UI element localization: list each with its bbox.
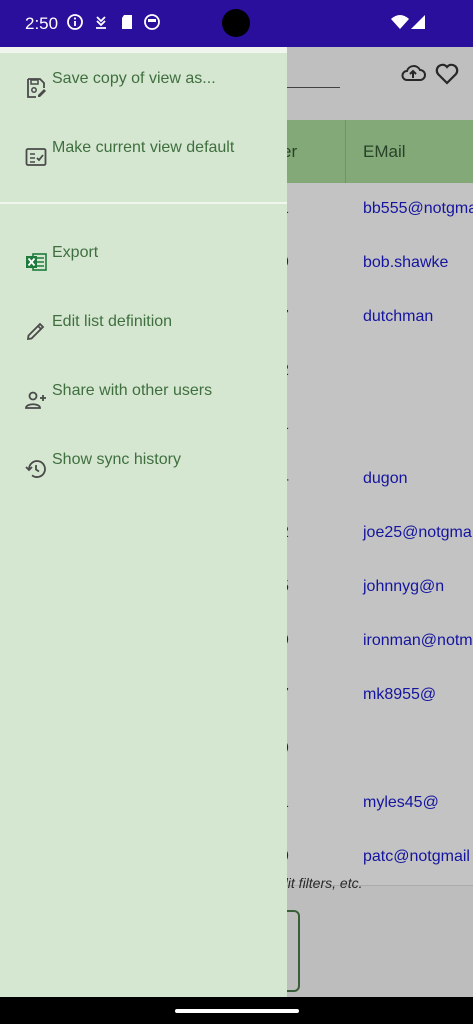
menu-item-make-default[interactable]: Make current view default [0,139,287,189]
navigation-drawer: Save copy of view as... Make current vie… [0,47,287,997]
menu-item-export[interactable]: Export [0,244,287,294]
history-icon [24,457,48,481]
signal-icon [409,13,427,31]
drawer-top-edge [0,47,287,53]
drawer-divider [0,202,287,204]
sd-card-icon [118,13,136,31]
default-view-icon [24,145,48,169]
menu-label: Save copy of view as... [52,70,216,87]
system-nav-bar [0,997,473,1024]
add-person-icon [24,388,48,412]
menu-label: Make current view default [52,139,235,156]
menu-item-share[interactable]: Share with other users [0,382,287,432]
pencil-icon [24,319,48,343]
home-gesture-handle[interactable] [175,1009,299,1013]
download-icon [92,13,110,31]
menu-label: Show sync history [52,451,181,468]
app-notification-icon [143,13,161,31]
wifi-icon [390,13,410,31]
menu-label: Share with other users [52,382,213,399]
excel-icon [24,250,48,274]
menu-item-save-copy[interactable]: Save copy of view as... [0,70,287,120]
menu-label: Export [52,244,99,261]
camera-cutout [222,9,250,37]
status-time: 2:50 [25,14,59,33]
menu-item-edit-list[interactable]: Edit list definition [0,313,287,363]
save-as-icon [24,76,48,100]
menu-label: Edit list definition [52,313,173,330]
status-bar: 2:50 [0,0,473,47]
menu-item-sync-history[interactable]: Show sync history [0,451,287,501]
info-icon [66,13,84,31]
